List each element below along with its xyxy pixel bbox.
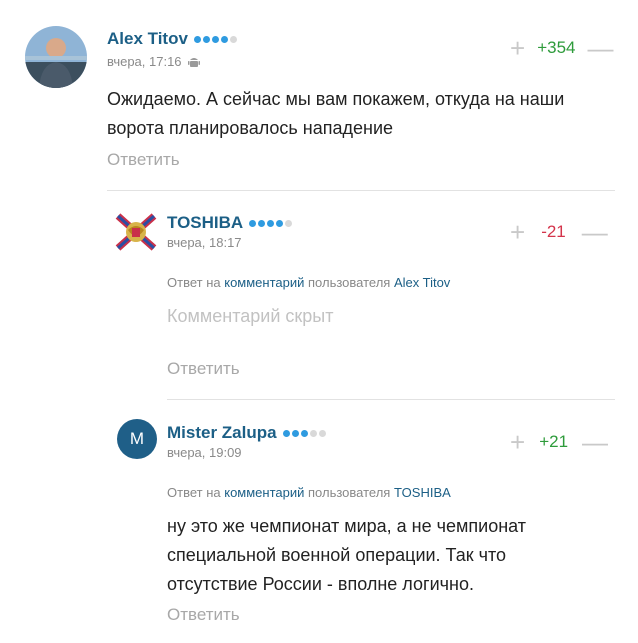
author-name[interactable]: TOSHIBA bbox=[167, 213, 243, 233]
comment-text-line: ну это же чемпионат мира, а не чемпионат bbox=[167, 516, 527, 536]
rating-dot bbox=[202, 35, 210, 43]
comment-text: Ожидаемо. А сейчас мы вам покажем, откуд… bbox=[107, 85, 564, 143]
rating-dot bbox=[229, 35, 237, 43]
rating-dot bbox=[282, 429, 290, 437]
reply-to-middle: пользователя bbox=[308, 275, 391, 290]
avatar[interactable] bbox=[25, 26, 87, 88]
comment-time: вчера, 18:17 bbox=[167, 235, 242, 250]
rating-dot bbox=[309, 429, 317, 437]
avatar[interactable] bbox=[114, 212, 158, 252]
reply-to-user-link[interactable]: Alex Titov bbox=[394, 275, 450, 290]
rating-dot bbox=[291, 429, 299, 437]
author-name[interactable]: Mister Zalupa bbox=[167, 423, 277, 443]
reply-button[interactable]: Ответить bbox=[167, 605, 240, 625]
rating-dots bbox=[249, 219, 293, 227]
reply-to-prefix: Ответ на bbox=[167, 275, 221, 290]
downvote-button[interactable]: — bbox=[582, 429, 608, 455]
comment-text-line: отсутствие России - вполне логично. bbox=[167, 574, 474, 594]
hidden-comment-notice: Комментарий скрыт bbox=[167, 306, 334, 326]
vote-controls: + +354 — bbox=[510, 35, 613, 61]
author-name[interactable]: Alex Titov bbox=[107, 29, 188, 49]
reply-to-info: Ответ на комментарий пользователя Alex T… bbox=[167, 275, 450, 290]
vote-controls: + -21 — bbox=[510, 219, 608, 245]
comment-text-line: Ожидаемо. А сейчас мы вам покажем, откуд… bbox=[107, 89, 565, 109]
reply-button[interactable]: Ответить bbox=[167, 359, 240, 379]
comment-text: ну это же чемпионат мира, а не чемпионат… bbox=[167, 512, 526, 599]
rating-dot bbox=[211, 35, 219, 43]
reply-to-prefix: Ответ на bbox=[167, 485, 221, 500]
divider bbox=[107, 190, 615, 191]
rating-dots bbox=[193, 35, 237, 43]
comment-score: +354 bbox=[537, 38, 576, 57]
avatar-photo bbox=[25, 26, 87, 88]
rating-dot bbox=[220, 35, 228, 43]
vote-controls: + +21 — bbox=[510, 429, 608, 455]
rating-dot bbox=[300, 429, 308, 437]
comment-time: вчера, 19:09 bbox=[167, 445, 242, 460]
avatar[interactable]: M bbox=[117, 419, 157, 459]
reply-to-info: Ответ на комментарий пользователя TOSHIB… bbox=[167, 485, 451, 500]
upvote-button[interactable]: + bbox=[510, 219, 525, 245]
comment-score: +21 bbox=[539, 432, 569, 451]
reply-to-middle: пользователя bbox=[308, 485, 391, 500]
comment-time: вчера, 17:16 bbox=[107, 54, 182, 69]
reply-to-comment-link[interactable]: комментарий bbox=[224, 485, 304, 500]
rating-dot bbox=[267, 219, 275, 227]
comment-score: -21 bbox=[541, 222, 566, 241]
upvote-button[interactable]: + bbox=[510, 35, 525, 61]
downvote-button[interactable]: — bbox=[587, 35, 613, 61]
comment-text-line: специальной военной операции. Так что bbox=[167, 545, 507, 565]
reply-to-comment-link[interactable]: комментарий bbox=[224, 275, 304, 290]
avatar-letter: M bbox=[129, 429, 145, 448]
rating-dot bbox=[258, 219, 266, 227]
rating-dot bbox=[318, 429, 326, 437]
rating-dot bbox=[193, 35, 201, 43]
rating-dot bbox=[249, 219, 257, 227]
rating-dot bbox=[285, 219, 293, 227]
rating-dot bbox=[276, 219, 284, 227]
emblem-avatar bbox=[115, 213, 157, 251]
reply-button[interactable]: Ответить bbox=[107, 150, 180, 170]
upvote-button[interactable]: + bbox=[510, 429, 525, 455]
rating-dots bbox=[282, 429, 326, 437]
divider bbox=[167, 399, 615, 400]
downvote-button[interactable]: — bbox=[582, 219, 608, 245]
comment-text-line: ворота планировалось нападение bbox=[107, 118, 394, 138]
android-icon bbox=[187, 57, 200, 67]
reply-to-user-link[interactable]: TOSHIBA bbox=[394, 485, 451, 500]
